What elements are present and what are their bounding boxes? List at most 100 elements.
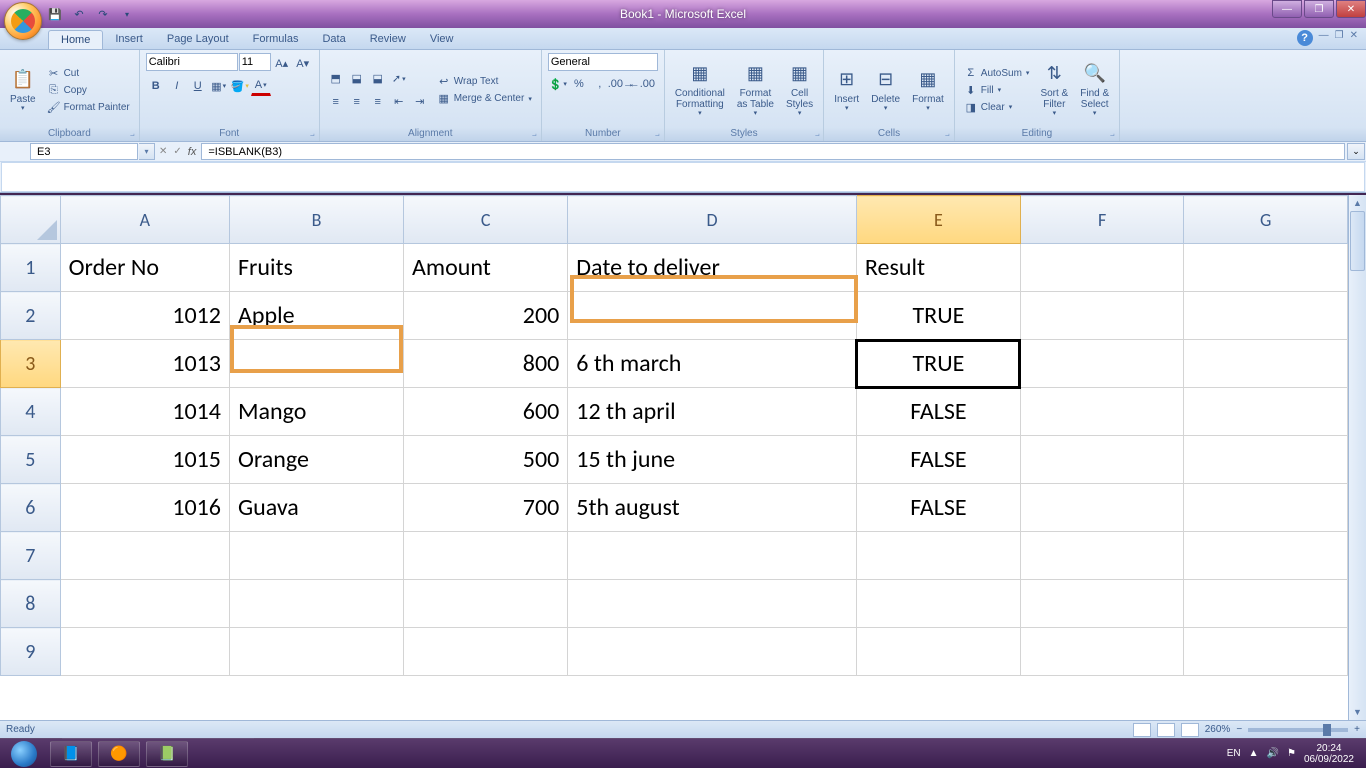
underline-button[interactable]: U: [188, 76, 208, 96]
dec-decimal-icon[interactable]: ←.00: [632, 74, 652, 94]
row-header-2[interactable]: 2: [1, 292, 61, 340]
bold-button[interactable]: B: [146, 76, 166, 96]
view-layout-icon[interactable]: [1157, 723, 1175, 737]
cell-C1[interactable]: Amount: [404, 244, 568, 292]
cell-A5[interactable]: 1015: [60, 436, 229, 484]
cell-B7[interactable]: [229, 532, 403, 580]
col-header-F[interactable]: F: [1020, 196, 1184, 244]
row-header-4[interactable]: 4: [1, 388, 61, 436]
currency-icon[interactable]: 💲: [548, 74, 568, 94]
select-all-corner[interactable]: [1, 196, 61, 244]
cell-F6[interactable]: [1020, 484, 1184, 532]
format-painter-button[interactable]: 🖌Format Painter: [44, 99, 133, 115]
cell-F5[interactable]: [1020, 436, 1184, 484]
italic-button[interactable]: I: [167, 76, 187, 96]
cell-D2[interactable]: [568, 292, 857, 340]
cell-styles-button[interactable]: ▦Cell Styles▾: [782, 53, 817, 127]
align-left-icon[interactable]: ≡: [326, 92, 346, 112]
tray-flag-icon[interactable]: ⚑: [1287, 748, 1296, 759]
cell-C2[interactable]: 200: [404, 292, 568, 340]
row-header-5[interactable]: 5: [1, 436, 61, 484]
tab-home[interactable]: Home: [48, 30, 103, 49]
cell-G3[interactable]: [1184, 340, 1348, 388]
tab-page-layout[interactable]: Page Layout: [155, 30, 241, 49]
formula-input[interactable]: =ISBLANK(B3): [201, 143, 1345, 160]
cell-F3[interactable]: [1020, 340, 1184, 388]
cell-C9[interactable]: [404, 628, 568, 676]
tab-review[interactable]: Review: [358, 30, 418, 49]
tab-insert[interactable]: Insert: [103, 30, 155, 49]
autosum-button[interactable]: ΣAutoSum: [961, 65, 1033, 81]
cell-F1[interactable]: [1020, 244, 1184, 292]
percent-icon[interactable]: %: [569, 74, 589, 94]
cell-B8[interactable]: [229, 580, 403, 628]
cell-A6[interactable]: 1016: [60, 484, 229, 532]
copy-button[interactable]: ⎘Copy: [44, 82, 133, 98]
col-header-B[interactable]: B: [229, 196, 403, 244]
cell-A3[interactable]: 1013: [60, 340, 229, 388]
view-break-icon[interactable]: [1181, 723, 1199, 737]
tab-formulas[interactable]: Formulas: [241, 30, 311, 49]
col-header-A[interactable]: A: [60, 196, 229, 244]
expand-formula-icon[interactable]: ⌄: [1347, 143, 1365, 160]
tab-data[interactable]: Data: [310, 30, 357, 49]
cell-D7[interactable]: [568, 532, 857, 580]
cut-button[interactable]: ✂Cut: [44, 65, 133, 81]
cancel-formula-icon[interactable]: ✕: [159, 146, 167, 157]
sort-filter-button[interactable]: ⇅Sort & Filter▾: [1036, 53, 1072, 127]
row-header-1[interactable]: 1: [1, 244, 61, 292]
number-format-select[interactable]: [548, 53, 658, 71]
cell-D3[interactable]: 6 th march: [568, 340, 857, 388]
enter-formula-icon[interactable]: ✓: [173, 146, 181, 157]
start-button[interactable]: [4, 740, 44, 768]
cell-G9[interactable]: [1184, 628, 1348, 676]
cell-A4[interactable]: 1014: [60, 388, 229, 436]
view-normal-icon[interactable]: [1133, 723, 1151, 737]
help-icon[interactable]: ?: [1297, 30, 1313, 46]
min-ribbon-icon[interactable]: —: [1319, 30, 1329, 46]
task-word[interactable]: 📘: [50, 741, 92, 767]
doc-close-icon[interactable]: ✕: [1350, 30, 1358, 46]
redo-icon[interactable]: ↷: [93, 4, 113, 24]
task-browser[interactable]: 🟠: [98, 741, 140, 767]
doc-min-icon[interactable]: ❐: [1335, 30, 1344, 46]
zoom-thumb[interactable]: [1323, 724, 1331, 736]
indent-dec-icon[interactable]: ⇤: [389, 92, 409, 112]
clear-button[interactable]: ◨Clear: [961, 99, 1033, 115]
cell-A7[interactable]: [60, 532, 229, 580]
shrink-font-icon[interactable]: A▾: [293, 53, 313, 73]
cell-G7[interactable]: [1184, 532, 1348, 580]
delete-cells-button[interactable]: ⊟Delete▾: [867, 53, 904, 127]
indent-inc-icon[interactable]: ⇥: [410, 92, 430, 112]
tab-view[interactable]: View: [418, 30, 466, 49]
cell-B4[interactable]: Mango: [229, 388, 403, 436]
sheet-scroll[interactable]: ABCDEFG1Order NoFruitsAmountDate to deli…: [0, 195, 1348, 720]
zoom-out-icon[interactable]: −: [1236, 724, 1242, 735]
cell-C8[interactable]: [404, 580, 568, 628]
cell-F8[interactable]: [1020, 580, 1184, 628]
cell-C5[interactable]: 500: [404, 436, 568, 484]
cell-E3[interactable]: TRUE: [856, 340, 1020, 388]
insert-cells-button[interactable]: ⊞Insert▾: [830, 53, 863, 127]
cell-A9[interactable]: [60, 628, 229, 676]
row-header-9[interactable]: 9: [1, 628, 61, 676]
name-box[interactable]: E3: [30, 143, 138, 160]
align-top-icon[interactable]: ⬒: [326, 69, 346, 89]
grow-font-icon[interactable]: A▴: [272, 53, 292, 73]
minimize-button[interactable]: —: [1272, 0, 1302, 18]
cell-G8[interactable]: [1184, 580, 1348, 628]
vertical-scrollbar[interactable]: ▲ ▼: [1348, 195, 1366, 720]
cell-A8[interactable]: [60, 580, 229, 628]
font-size-select[interactable]: [239, 53, 271, 71]
maximize-button[interactable]: ❐: [1304, 0, 1334, 18]
cell-E1[interactable]: Result: [856, 244, 1020, 292]
cell-B9[interactable]: [229, 628, 403, 676]
cell-E6[interactable]: FALSE: [856, 484, 1020, 532]
grid[interactable]: ABCDEFG1Order NoFruitsAmountDate to deli…: [0, 195, 1348, 676]
fx-icon[interactable]: fx: [188, 146, 197, 158]
col-header-D[interactable]: D: [568, 196, 857, 244]
zoom-slider[interactable]: [1248, 728, 1348, 732]
cell-B2[interactable]: Apple: [229, 292, 403, 340]
row-header-6[interactable]: 6: [1, 484, 61, 532]
fill-color-button[interactable]: 🪣: [230, 76, 250, 96]
